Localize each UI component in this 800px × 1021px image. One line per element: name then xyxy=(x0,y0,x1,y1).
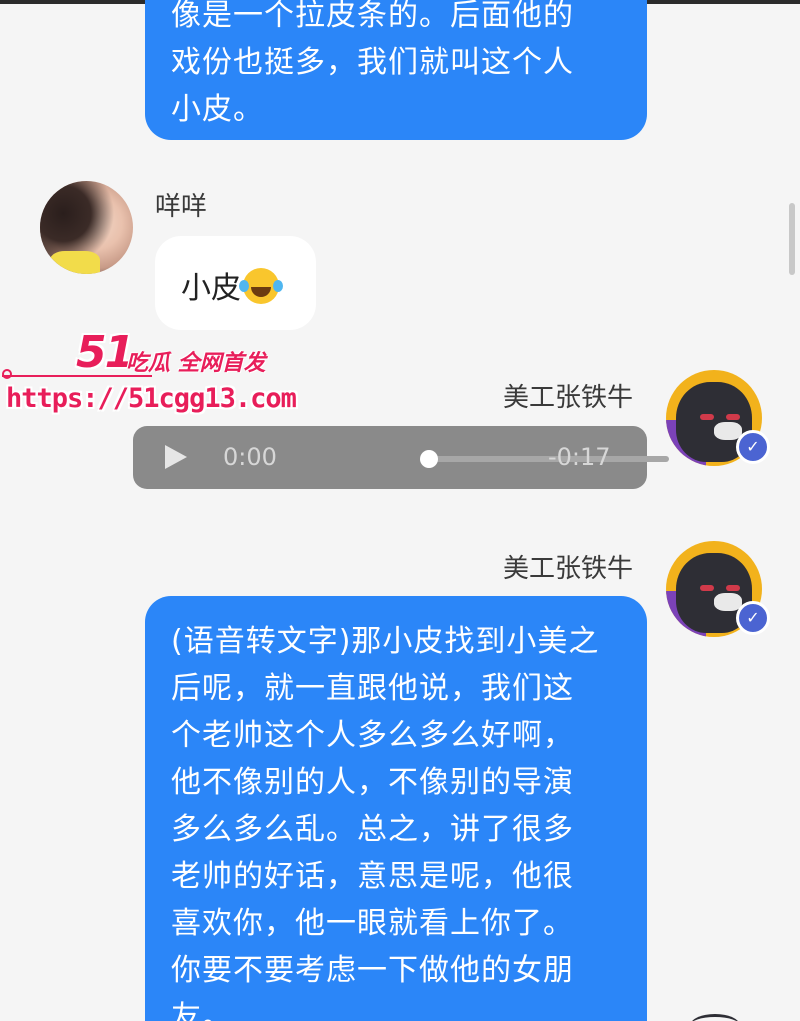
message-text-line: 友。 xyxy=(171,1000,233,1021)
message-bubble-outgoing[interactable]: (语音转文字)那小皮找到小美之 后呢，就一直跟他说，我们这 个老帅这个人多么多么… xyxy=(145,596,647,1021)
message-bubble-outgoing[interactable]: 像是一个拉皮条的。后面他的 戏份也挺多，我们就叫这个人 小皮。 xyxy=(145,0,647,140)
message-text-line: 小皮。 xyxy=(171,92,264,127)
verified-check-icon: ✓ xyxy=(736,601,770,635)
avatar-shirt-shape xyxy=(50,251,100,274)
verified-check-icon: ✓ xyxy=(736,430,770,464)
message-text-line: 像是一个拉皮条的。后面他的 xyxy=(171,0,574,33)
audio-progress-knob[interactable] xyxy=(420,450,438,468)
watermark-dot-icon xyxy=(2,369,12,379)
avatar-eye xyxy=(700,585,714,591)
message-text-line: 喜欢你，他一眼就看上你了。 xyxy=(171,906,574,941)
watermark-slogan: 吃瓜 全网首发 xyxy=(126,351,266,376)
sender-name: 咩咩 xyxy=(155,192,208,222)
message-text-line: 他不像别的人，不像别的导演 xyxy=(171,765,574,800)
play-icon[interactable] xyxy=(165,445,187,469)
avatar-girl[interactable] xyxy=(40,181,133,274)
avatar-eye xyxy=(726,585,740,591)
message-text-line: 后呢，就一直跟他说，我们这 xyxy=(171,671,574,706)
avatar-wrap[interactable]: ✓ xyxy=(666,370,770,470)
audio-player[interactable]: 0:00 -0:17 xyxy=(133,426,669,489)
audio-current-time: 0:00 xyxy=(223,443,277,471)
avatar-eye xyxy=(700,414,714,420)
watermark-logo: 51 xyxy=(76,327,135,378)
watermark: 51 吃瓜 全网首发 https://51cgg13.com xyxy=(0,325,300,425)
message-text-line: 个老帅这个人多么多么好啊， xyxy=(171,718,574,753)
message-text-line: 你要不要考虑一下做他的女朋 xyxy=(171,953,574,988)
watermark-underline xyxy=(2,375,152,377)
message-text-line: 戏份也挺多，我们就叫这个人 xyxy=(171,45,574,80)
avatar-partial xyxy=(690,1014,740,1021)
watermark-url: https://51cgg13.com xyxy=(6,383,297,414)
scrollbar[interactable] xyxy=(789,203,795,275)
message-text-line: 多么多么乱。总之，讲了很多 xyxy=(171,812,574,847)
audio-remaining-time: -0:17 xyxy=(548,443,611,471)
avatar-wrap[interactable]: ✓ xyxy=(666,541,770,641)
message-text-line: 老帅的好话，意思是呢，他很 xyxy=(171,859,574,894)
sender-name: 美工张铁牛 xyxy=(503,383,634,413)
sender-name: 美工张铁牛 xyxy=(503,554,634,584)
message-text-line: (语音转文字)那小皮找到小美之 xyxy=(171,624,600,659)
message-bubble-incoming[interactable]: 小皮 xyxy=(155,236,316,330)
message-text: 小皮 xyxy=(181,271,241,306)
laughing-tears-emoji-icon xyxy=(239,268,279,304)
avatar-eye xyxy=(726,414,740,420)
